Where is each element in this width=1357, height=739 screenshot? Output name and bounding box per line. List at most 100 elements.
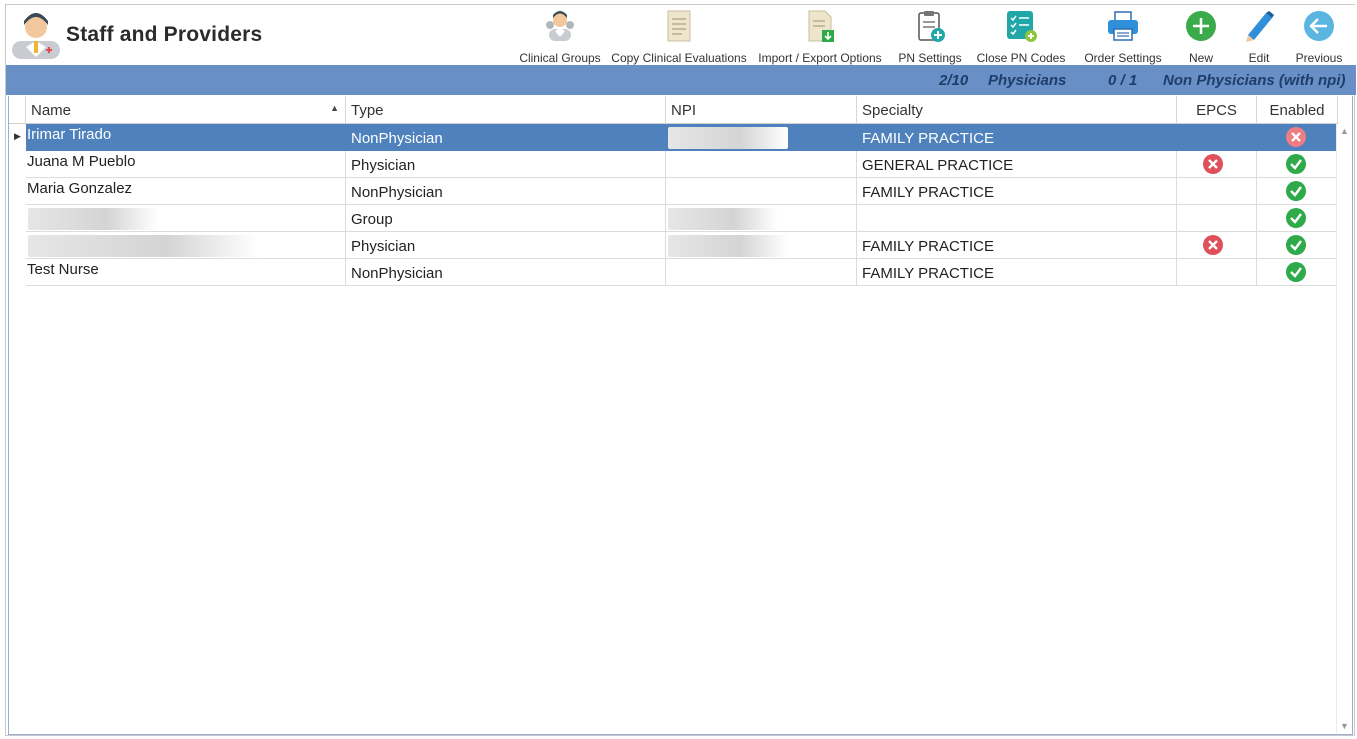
cell-specialty[interactable]: FAMILY PRACTICE [857, 232, 1177, 259]
cell-specialty-text: FAMILY PRACTICE [862, 238, 994, 255]
copy-clinical-evaluations-button[interactable]: Copy Clinical Evaluations [610, 9, 748, 65]
cell-epcs[interactable] [1177, 124, 1257, 151]
cell-epcs[interactable] [1177, 205, 1257, 232]
cell-npi[interactable] [666, 124, 857, 151]
vertical-scrollbar[interactable]: ▲ ▼ [1336, 124, 1352, 733]
close-pn-codes-button[interactable]: Close PN Codes [974, 9, 1068, 65]
cell-type[interactable]: NonPhysician [346, 124, 666, 151]
cell-epcs[interactable] [1177, 178, 1257, 205]
row-indicator [9, 151, 26, 178]
x-circle-icon [1202, 153, 1224, 175]
cell-enabled[interactable] [1257, 151, 1338, 178]
redacted-name [28, 208, 158, 230]
cell-type-text: NonPhysician [351, 265, 443, 282]
clinical-groups-button[interactable]: Clinical Groups [514, 9, 606, 65]
cell-name-text: Test Nurse [27, 261, 99, 278]
new-button[interactable]: New [1178, 9, 1224, 65]
non-physicians-count: 0 / 1 [1108, 72, 1138, 89]
table-row[interactable]: Physician FAMILY PRACTICE [9, 232, 1338, 259]
non-physicians-label: Non Physicians (with npi) [1163, 72, 1346, 89]
new-label: New [1188, 51, 1213, 65]
staff-doctor-icon [12, 13, 60, 59]
order-settings-button[interactable]: Order Settings [1078, 9, 1168, 65]
cell-specialty-text: FAMILY PRACTICE [862, 184, 994, 201]
column-header-npi-label: NPI [671, 102, 697, 119]
column-header-enabled[interactable]: Enabled [1257, 96, 1338, 124]
cell-name-text: Irimar Tirado [27, 126, 112, 143]
redacted-npi [668, 208, 778, 230]
cell-npi[interactable] [666, 259, 857, 286]
cell-name[interactable]: Juana M Pueblo [26, 151, 346, 178]
redacted-npi [668, 235, 788, 257]
back-arrow-icon [1304, 11, 1334, 41]
cell-npi[interactable] [666, 205, 857, 232]
pn-settings-button[interactable]: PN Settings [892, 9, 968, 65]
row-indicator [9, 178, 26, 205]
cell-type[interactable]: Physician [346, 151, 666, 178]
column-header-type[interactable]: Type [346, 96, 666, 124]
import-export-options-button[interactable]: Import / Export Options [754, 9, 886, 65]
cell-type[interactable]: NonPhysician [346, 178, 666, 205]
cell-npi[interactable] [666, 151, 857, 178]
current-row-arrow-icon: ▶ [14, 131, 21, 141]
table-row[interactable]: Maria Gonzalez NonPhysician FAMILY PRACTIC… [9, 178, 1338, 205]
cell-specialty-text: FAMILY PRACTICE [862, 130, 994, 147]
edit-label: Edit [1248, 51, 1270, 65]
cell-type-text: Physician [351, 157, 416, 174]
table-row[interactable]: ▶ Irimar Tirado NonPhysician FAMILY PRACTIC… [9, 124, 1338, 151]
previous-label: Previous [1295, 51, 1343, 65]
column-header-name[interactable]: Name ▲ [26, 96, 346, 124]
row-indicator: ▶ [9, 124, 26, 151]
page-title: Staff and Providers [66, 23, 263, 46]
cell-enabled[interactable] [1257, 178, 1338, 205]
check-circle-icon [1285, 261, 1307, 283]
checklist-add-icon [1007, 11, 1037, 42]
column-header-enabled-label: Enabled [1269, 102, 1325, 119]
redacted-npi [668, 127, 788, 149]
column-header-specialty[interactable]: Specialty [857, 96, 1177, 124]
scroll-up-arrow-icon[interactable]: ▲ [1340, 126, 1349, 136]
edit-button[interactable]: Edit [1236, 9, 1282, 65]
cell-name[interactable] [26, 205, 346, 232]
close-pn-codes-label: Close PN Codes [976, 51, 1066, 65]
cell-enabled[interactable] [1257, 205, 1338, 232]
x-circle-icon [1202, 234, 1224, 256]
cell-specialty[interactable]: FAMILY PRACTICE [857, 259, 1177, 286]
cell-specialty[interactable] [857, 205, 1177, 232]
cell-npi[interactable] [666, 232, 857, 259]
cell-type[interactable]: Physician [346, 232, 666, 259]
cell-type-text: NonPhysician [351, 130, 443, 147]
cell-specialty[interactable]: FAMILY PRACTICE [857, 124, 1177, 151]
cell-epcs[interactable] [1177, 259, 1257, 286]
physicians-label: Physicians [988, 72, 1067, 89]
cell-epcs[interactable] [1177, 232, 1257, 259]
cell-specialty[interactable]: GENERAL PRACTICE [857, 151, 1177, 178]
cell-enabled[interactable] [1257, 232, 1338, 259]
table-row[interactable]: Group [9, 205, 1338, 232]
cell-epcs[interactable] [1177, 151, 1257, 178]
row-indicator [9, 205, 26, 232]
column-header-npi[interactable]: NPI [666, 96, 857, 124]
cell-enabled[interactable] [1257, 259, 1338, 286]
check-circle-icon [1285, 234, 1307, 256]
cell-name[interactable]: Irimar Tirado [26, 124, 346, 151]
cell-enabled[interactable] [1257, 124, 1338, 151]
cell-name[interactable] [26, 232, 346, 259]
cell-type[interactable]: NonPhysician [346, 259, 666, 286]
column-header-epcs-label: EPCS [1196, 102, 1237, 119]
cell-specialty-text: FAMILY PRACTICE [862, 265, 994, 282]
printer-icon [1108, 11, 1138, 41]
cell-type[interactable]: Group [346, 205, 666, 232]
table-row[interactable]: Juana M Pueblo Physician GENERAL PRACTICE [9, 151, 1338, 178]
redacted-name [28, 235, 258, 257]
cell-name[interactable]: Maria Gonzalez [26, 178, 346, 205]
table-row[interactable]: Test Nurse NonPhysician FAMILY PRACTICE [9, 259, 1338, 286]
physicians-count: 2/10 [939, 72, 969, 89]
pencil-icon [1246, 11, 1274, 42]
cell-npi[interactable] [666, 178, 857, 205]
scroll-down-arrow-icon[interactable]: ▼ [1340, 721, 1349, 731]
cell-specialty[interactable]: FAMILY PRACTICE [857, 178, 1177, 205]
previous-button[interactable]: Previous [1292, 9, 1346, 65]
column-header-epcs[interactable]: EPCS [1177, 96, 1257, 124]
cell-name[interactable]: Test Nurse [26, 259, 346, 286]
